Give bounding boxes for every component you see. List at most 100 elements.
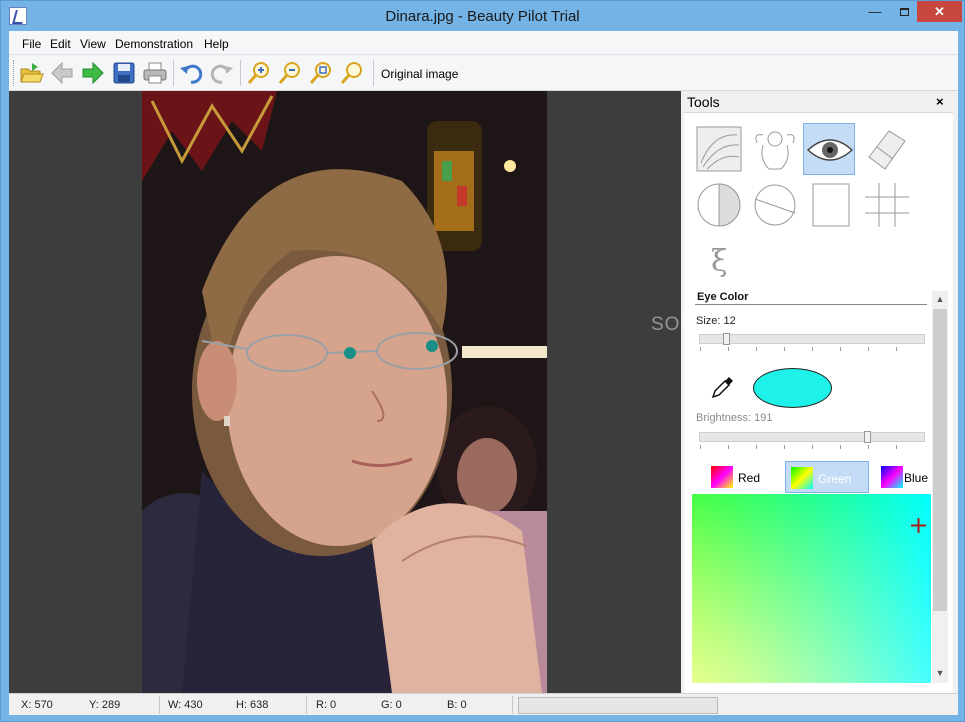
scrollbar-thumb[interactable] — [933, 309, 947, 611]
brightness-slider-ticks — [700, 445, 924, 449]
portrait-photo[interactable] — [142, 91, 547, 693]
menu-help[interactable]: Help — [204, 37, 229, 51]
frame-icon — [812, 183, 850, 227]
open-icon — [20, 63, 44, 83]
section-divider — [695, 304, 927, 305]
zoom-in-icon — [247, 62, 269, 84]
tool-grid[interactable] — [861, 179, 913, 231]
forward-button[interactable] — [80, 60, 106, 86]
client-area: File Edit View Demonstration Help Origin… — [9, 31, 958, 715]
green-swatch-icon — [791, 467, 813, 489]
channel-tab-green[interactable]: Green — [785, 461, 869, 493]
status-b: B: 0 — [447, 699, 467, 711]
size-slider-ticks — [700, 347, 924, 351]
tool-angel[interactable] — [749, 123, 801, 175]
undo-button[interactable] — [178, 60, 204, 86]
status-r: R: 0 — [316, 699, 337, 711]
status-h: H: 638 — [236, 699, 269, 711]
tool-slash-circle[interactable] — [749, 179, 801, 231]
scroll-up-icon[interactable]: ▲ — [932, 294, 948, 304]
status-bar: X: 570 Y: 289 W: 430 H: 638 R: 0 G: 0 B:… — [9, 693, 958, 715]
print-button[interactable] — [142, 60, 168, 86]
zoom-fit-button[interactable] — [308, 60, 334, 86]
svg-text:ξ: ξ — [711, 244, 728, 279]
tool-eraser[interactable] — [859, 123, 911, 175]
tool-hair-texture[interactable] — [693, 123, 745, 175]
status-y: Y: 289 — [89, 699, 121, 711]
tool-eye-color[interactable] — [803, 123, 855, 175]
toolbar: Original image — [9, 56, 958, 91]
tools-header: Tools × — [684, 91, 953, 113]
redo-button[interactable] — [209, 60, 235, 86]
size-label: Size: 12 — [696, 315, 736, 327]
menu-bar: File Edit View Demonstration Help — [9, 31, 958, 55]
status-g: G: 0 — [381, 699, 402, 711]
slash-circle-icon — [754, 184, 796, 226]
progress-bar — [518, 697, 718, 714]
undo-icon — [180, 64, 203, 84]
hair-texture-icon — [696, 126, 742, 172]
color-picker-area[interactable] — [692, 494, 931, 683]
save-button[interactable] — [111, 60, 137, 86]
crosshair-icon[interactable] — [911, 518, 926, 533]
selected-color-preview[interactable] — [753, 368, 832, 408]
menu-demonstration[interactable]: Demonstration — [115, 37, 193, 51]
image-viewport[interactable] — [9, 91, 681, 693]
tool-xi[interactable]: ξ — [693, 235, 745, 287]
eye-icon — [806, 139, 854, 161]
xi-symbol-icon: ξ — [711, 244, 728, 279]
menu-view[interactable]: View — [80, 37, 106, 51]
toolbar-grip[interactable] — [13, 60, 16, 86]
eraser-icon — [868, 130, 906, 170]
title-bar[interactable]: Dinara.jpg - Beauty Pilot Trial — ✕ — [1, 1, 964, 31]
zoom-in-button[interactable] — [246, 60, 272, 86]
channel-tab-red[interactable]: Red — [706, 461, 790, 493]
angel-icon — [755, 131, 795, 170]
brightness-slider-thumb[interactable] — [864, 431, 871, 443]
back-button[interactable] — [49, 60, 75, 86]
brightness-label: Brightness: 191 — [696, 412, 773, 424]
back-arrow-icon — [51, 61, 73, 85]
toolbar-separator — [240, 60, 241, 86]
save-icon — [113, 62, 135, 84]
toolbar-separator — [373, 60, 374, 86]
open-button[interactable] — [18, 60, 44, 86]
status-x: X: 570 — [21, 699, 53, 711]
zoom-actual-icon — [340, 62, 362, 84]
portrait-image — [142, 91, 547, 693]
eye-color-section-label: Eye Color — [697, 291, 749, 303]
half-circle-icon — [697, 183, 741, 227]
size-slider-thumb[interactable] — [723, 333, 730, 345]
tools-close-button[interactable]: × — [936, 94, 944, 109]
tools-panel: Tools × ξ Eye Color Size: 12 Brightness:… — [684, 91, 953, 693]
zoom-fit-icon — [309, 62, 331, 84]
print-icon — [143, 62, 167, 84]
blue-swatch-icon — [881, 466, 903, 488]
close-button[interactable]: ✕ — [917, 1, 962, 22]
status-separator — [306, 696, 307, 714]
menu-edit[interactable]: Edit — [50, 37, 71, 51]
tools-title: Tools — [687, 94, 720, 110]
brightness-slider[interactable] — [699, 431, 925, 443]
maximize-button[interactable] — [889, 1, 919, 22]
original-image-button[interactable]: Original image — [381, 67, 458, 81]
grid-icon — [865, 183, 909, 227]
channel-tab-label: Red — [738, 471, 761, 485]
eyedropper-button[interactable] — [711, 375, 735, 399]
tool-contrast[interactable] — [693, 179, 745, 231]
zoom-out-button[interactable] — [277, 60, 303, 86]
scroll-down-icon[interactable]: ▼ — [932, 668, 948, 678]
application-window: Dinara.jpg - Beauty Pilot Trial — ✕ File… — [0, 0, 965, 722]
eyedropper-icon — [711, 377, 733, 399]
forward-arrow-icon — [82, 61, 104, 85]
zoom-actual-button[interactable] — [339, 60, 365, 86]
status-separator — [512, 696, 513, 714]
menu-file[interactable]: File — [22, 37, 41, 51]
tools-scrollbar[interactable]: ▲ ▼ — [932, 291, 948, 683]
size-slider[interactable] — [699, 333, 925, 345]
maximize-icon — [899, 8, 909, 16]
red-swatch-icon — [711, 466, 733, 488]
tool-frame[interactable] — [805, 179, 857, 231]
status-separator — [159, 696, 160, 714]
minimize-button[interactable]: — — [860, 1, 890, 22]
